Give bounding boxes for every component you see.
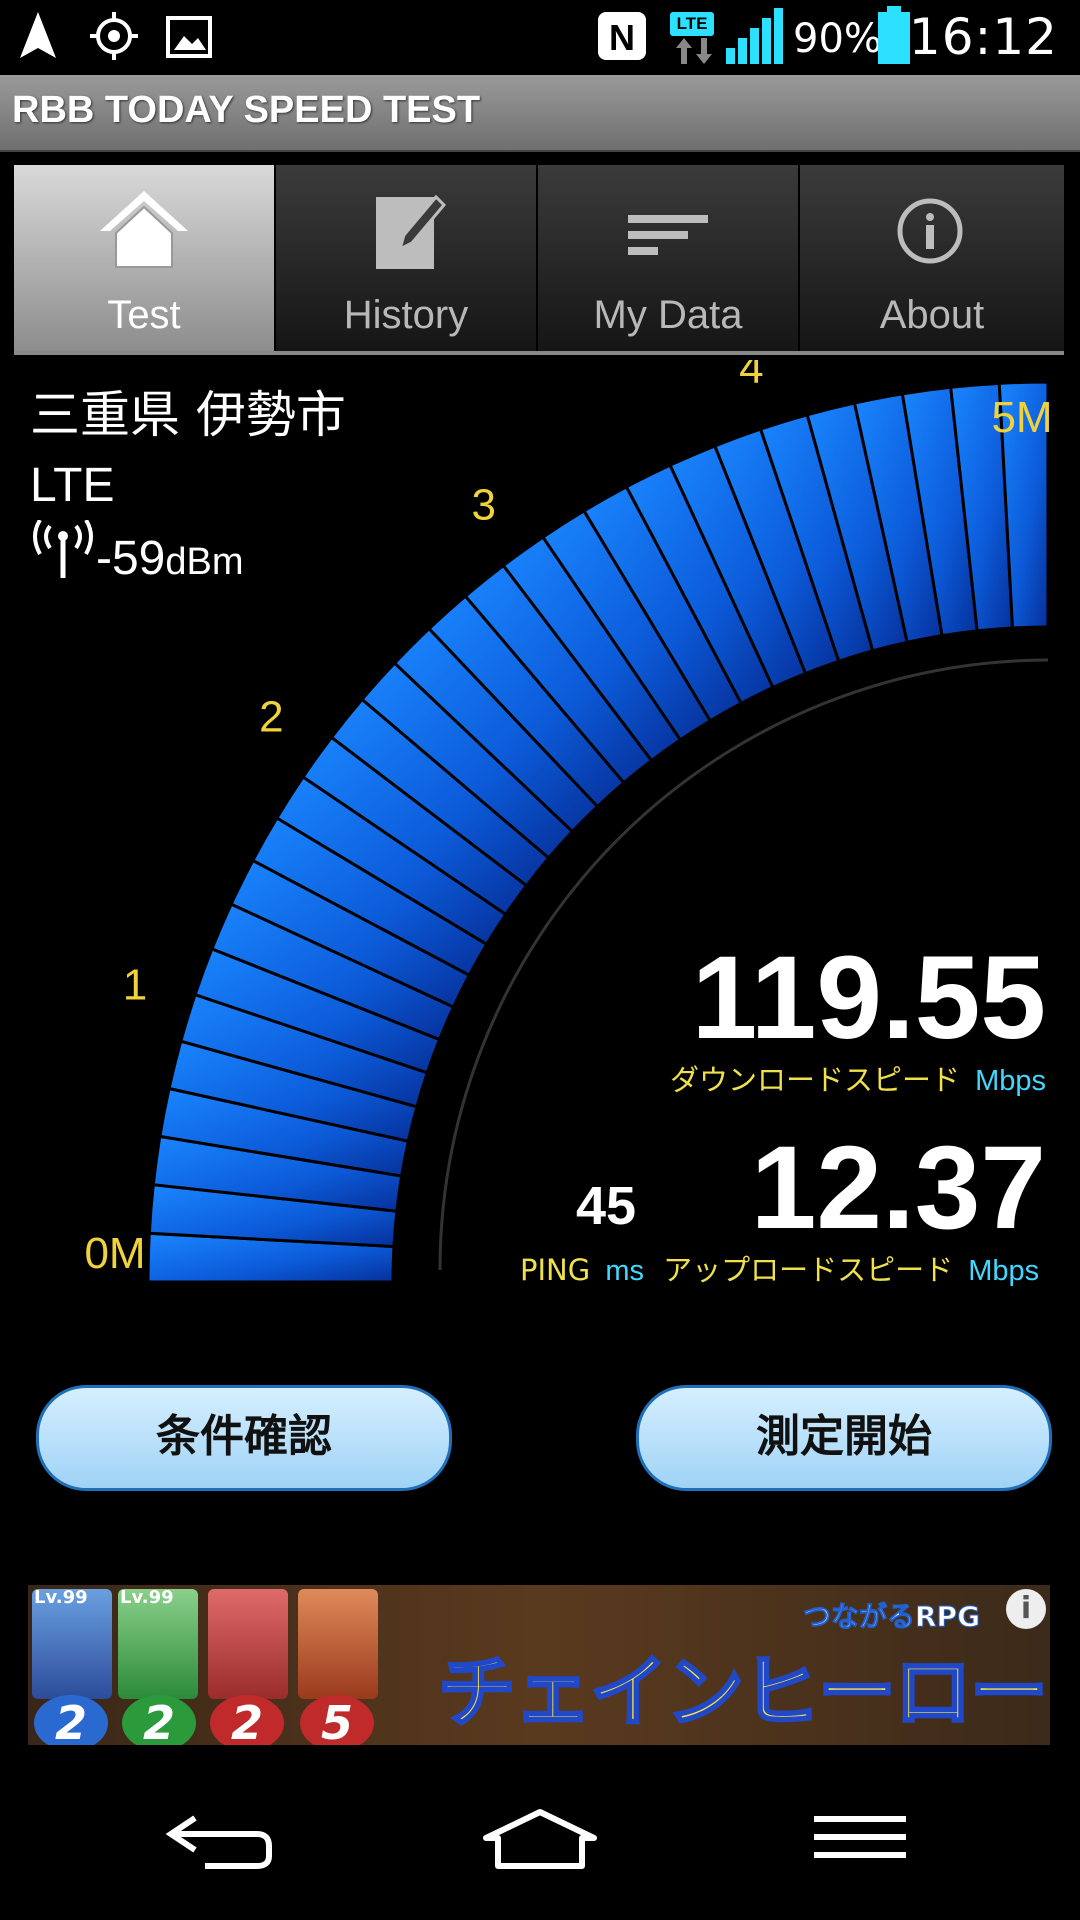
- ad-number: 5: [300, 1695, 374, 1745]
- clock: 16:12: [908, 8, 1058, 66]
- upload-speed-value: 12.37: [750, 1122, 1046, 1254]
- data-arrows-icon: [676, 38, 712, 64]
- ad-level-text: Lv.99: [120, 1587, 174, 1608]
- tab-bar: Test History My Data About: [14, 165, 1066, 355]
- signal-strength: -59dBm: [30, 518, 244, 586]
- gauge-tick-label: 4: [739, 360, 763, 393]
- battery-percent: 90%: [793, 16, 882, 62]
- ad-number: 2: [34, 1695, 108, 1745]
- ad-info-icon[interactable]: i: [1006, 1589, 1046, 1629]
- ad-level-text: Lv.99: [34, 1587, 88, 1608]
- app-title: RBB TODAY SPEED TEST: [12, 89, 481, 131]
- tab-label: Test: [107, 293, 181, 337]
- start-test-button[interactable]: 測定開始: [636, 1385, 1052, 1491]
- tab-my-data[interactable]: My Data: [538, 165, 800, 351]
- ping-value: 45: [576, 1176, 637, 1236]
- gauge-tick-label: 5M: [991, 393, 1052, 442]
- download-unit: Mbps: [975, 1065, 1046, 1097]
- upload-caption: PING ms アップロードスピード Mbps: [520, 1247, 1039, 1289]
- conditions-button[interactable]: 条件確認: [36, 1385, 452, 1491]
- location-text: 三重県 伊勢市: [30, 386, 346, 444]
- info-icon: [897, 198, 963, 264]
- back-icon[interactable]: [165, 1810, 275, 1870]
- download-speed-value: 119.55: [691, 932, 1046, 1064]
- signal-value: -59: [96, 532, 166, 585]
- signal-unit: dBm: [165, 541, 244, 583]
- signal-icon: [726, 8, 783, 64]
- app-title-bar: RBB TODAY SPEED TEST: [0, 75, 1080, 152]
- status-bar: N LTE 90% 16:12: [0, 0, 1080, 75]
- download-speed-caption: ダウンロードスピード Mbps: [670, 1057, 1046, 1099]
- tab-about[interactable]: About: [800, 165, 1066, 351]
- ad-subtitle: つながるRPG: [802, 1600, 981, 1634]
- battery-icon: [878, 6, 910, 64]
- ad-character-card: [298, 1589, 378, 1699]
- navigation-bar: [0, 1770, 1080, 1920]
- gauge-tick-label: 3: [471, 480, 495, 529]
- tab-label: My Data: [593, 293, 743, 337]
- tab-label: History: [343, 293, 469, 337]
- edit-icon: [376, 194, 447, 269]
- upload-label: アップロードスピード: [663, 1253, 954, 1287]
- gauge-tick-label: 1: [123, 960, 147, 1009]
- menu-icon[interactable]: [812, 1814, 908, 1864]
- list-icon: [628, 215, 708, 255]
- gps-icon: [90, 12, 138, 60]
- tab-label: About: [879, 293, 985, 337]
- ad-title: チェインヒーローズ: [437, 1647, 1050, 1740]
- home-icon[interactable]: [482, 1808, 598, 1870]
- ad-banner[interactable]: Lv.99 Lv.99 2 2 2 5 つながるRPG チェインヒーローズ i: [28, 1585, 1050, 1745]
- gauge-tick-label: 0M: [84, 1229, 145, 1278]
- network-type: LTE: [30, 459, 115, 512]
- svg-text:N: N: [609, 17, 635, 58]
- navigation-icon: [20, 12, 56, 58]
- nfc-icon: N: [598, 12, 646, 60]
- ad-character-card: [208, 1589, 288, 1699]
- ad-number: 2: [210, 1695, 284, 1745]
- lte-badge: LTE: [670, 12, 714, 36]
- download-label: ダウンロードスピード: [669, 1063, 960, 1097]
- antenna-icon: [33, 518, 93, 578]
- ping-unit: ms: [605, 1255, 644, 1287]
- tab-history[interactable]: History: [276, 165, 538, 351]
- upload-unit: Mbps: [968, 1255, 1040, 1287]
- ping-label: PING: [520, 1253, 591, 1287]
- gauge-tick-label: 2: [259, 693, 283, 742]
- home-icon: [100, 191, 188, 268]
- tab-test[interactable]: Test: [14, 165, 276, 351]
- image-icon: [166, 16, 212, 58]
- ad-number: 2: [122, 1695, 196, 1745]
